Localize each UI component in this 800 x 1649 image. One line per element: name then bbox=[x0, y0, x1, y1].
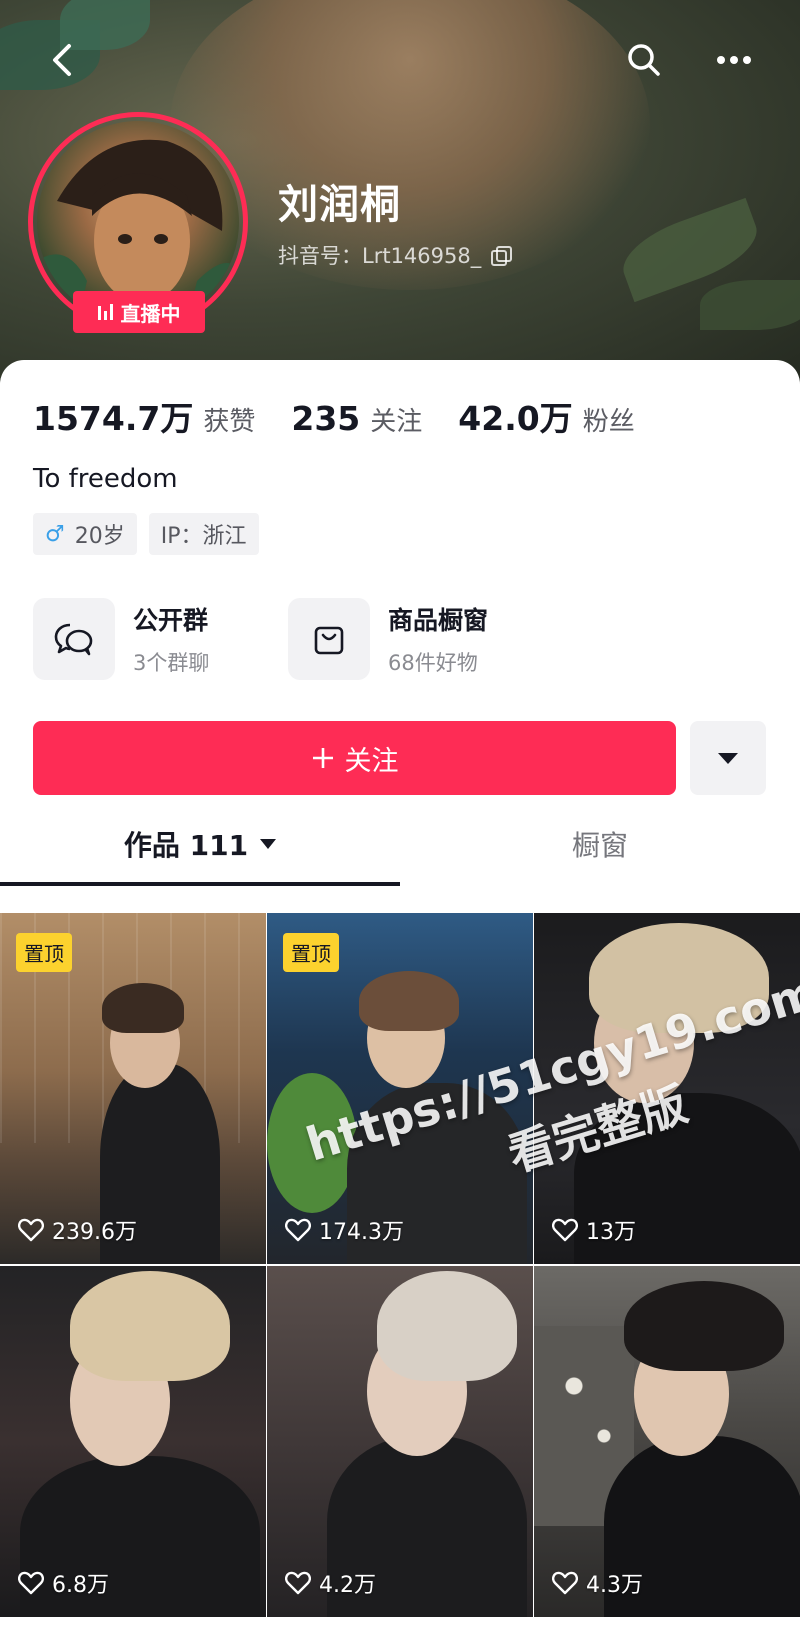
live-label: 直播中 bbox=[120, 301, 181, 326]
stat-likes[interactable]: 1574.7万 获赞 bbox=[33, 392, 255, 440]
tab-label: 作品 111 bbox=[123, 829, 249, 862]
entry-subtitle: 3个群聊 bbox=[133, 651, 210, 675]
follow-dropdown-button[interactable] bbox=[690, 721, 766, 795]
tab-label: 橱窗 bbox=[571, 829, 628, 862]
person-hair bbox=[359, 971, 459, 1031]
stat-label: 获赞 bbox=[203, 407, 256, 437]
shopping-bag-icon bbox=[288, 598, 370, 680]
search-icon bbox=[628, 44, 660, 76]
follow-button[interactable]: 关注 bbox=[33, 721, 676, 795]
ellipsis-icon bbox=[717, 56, 751, 64]
like-count-value: 6.8万 bbox=[52, 1573, 109, 1598]
video-thumbnail[interactable]: 6.8万 bbox=[0, 1266, 266, 1617]
video-thumbnail[interactable]: 置顶 239.6万 bbox=[0, 913, 266, 1264]
plus-icon bbox=[312, 748, 333, 768]
douyin-id: 抖音号：Lrt146958_ bbox=[278, 244, 482, 268]
stats-row: 1574.7万 获赞 235 关注 42.0万 粉丝 bbox=[33, 392, 671, 440]
stat-following[interactable]: 235 关注 bbox=[291, 399, 422, 438]
chat-bubbles-icon bbox=[33, 598, 115, 680]
entry-title: 公开群 bbox=[133, 606, 209, 635]
entry-title: 商品橱窗 bbox=[388, 606, 489, 635]
video-thumbnail[interactable]: 4.3万 bbox=[534, 1266, 800, 1617]
profile-entries: 公开群 3个群聊 商品橱窗 68件好物 bbox=[33, 598, 543, 680]
heart-icon bbox=[552, 1571, 578, 1595]
douyin-id-row[interactable]: 抖音号：Lrt146958_ bbox=[278, 240, 513, 270]
shop-window-entry[interactable]: 商品橱窗 68件好物 bbox=[288, 598, 543, 680]
like-count: 4.3万 bbox=[552, 1567, 643, 1599]
live-bars-icon bbox=[97, 304, 113, 320]
ip-location-tag: IP：浙江 bbox=[148, 513, 259, 555]
like-count: 239.6万 bbox=[18, 1214, 137, 1246]
like-count-value: 239.6万 bbox=[52, 1220, 137, 1245]
pinned-badge: 置顶 bbox=[16, 933, 72, 972]
heart-icon bbox=[18, 1571, 44, 1595]
more-options-button[interactable] bbox=[712, 38, 756, 82]
like-count-value: 4.2万 bbox=[319, 1573, 376, 1598]
caret-down-icon bbox=[718, 752, 738, 764]
group-chat-entry[interactable]: 公开群 3个群聊 bbox=[33, 598, 288, 680]
heart-icon bbox=[285, 1571, 311, 1595]
heart-icon bbox=[18, 1218, 44, 1242]
copy-icon[interactable] bbox=[491, 246, 513, 266]
age-label: 20岁 bbox=[74, 524, 125, 549]
heart-icon bbox=[285, 1218, 311, 1242]
search-button[interactable] bbox=[622, 38, 666, 82]
profile-bio: To freedom bbox=[33, 464, 178, 494]
live-status-badge[interactable]: 直播中 bbox=[73, 291, 205, 333]
entry-subtitle: 68件好物 bbox=[388, 651, 478, 675]
stat-label: 关注 bbox=[370, 407, 423, 437]
banner-leaf-decoration bbox=[700, 280, 800, 330]
tab-works[interactable]: 作品 111 bbox=[0, 812, 400, 886]
like-count: 6.8万 bbox=[18, 1567, 109, 1599]
person-hair bbox=[102, 983, 184, 1033]
person-hair bbox=[624, 1281, 784, 1371]
age-tag: ♂ 20岁 bbox=[33, 513, 137, 555]
profile-nickname: 刘润桐 bbox=[278, 182, 401, 228]
caret-down-icon bbox=[260, 839, 277, 849]
pinned-badge: 置顶 bbox=[283, 933, 339, 972]
profile-tabs: 作品 111 橱窗 bbox=[0, 812, 800, 886]
back-button[interactable] bbox=[40, 38, 84, 82]
male-icon: ♂ bbox=[45, 521, 65, 547]
stat-value: 1574.7万 bbox=[33, 399, 194, 438]
person-hair bbox=[70, 1271, 230, 1381]
stat-label: 粉丝 bbox=[582, 407, 635, 437]
stat-followers[interactable]: 42.0万 粉丝 bbox=[458, 392, 634, 440]
like-count-value: 4.3万 bbox=[586, 1573, 643, 1598]
back-arrow-icon bbox=[53, 44, 71, 76]
stat-value: 42.0万 bbox=[458, 399, 573, 438]
stat-value: 235 bbox=[291, 399, 361, 438]
like-count: 4.2万 bbox=[285, 1567, 376, 1599]
profile-tags: ♂ 20岁 IP：浙江 bbox=[33, 513, 259, 555]
tab-shop-window[interactable]: 橱窗 bbox=[400, 812, 800, 876]
ip-label: IP：浙江 bbox=[160, 524, 247, 549]
follow-label: 关注 bbox=[344, 745, 399, 777]
